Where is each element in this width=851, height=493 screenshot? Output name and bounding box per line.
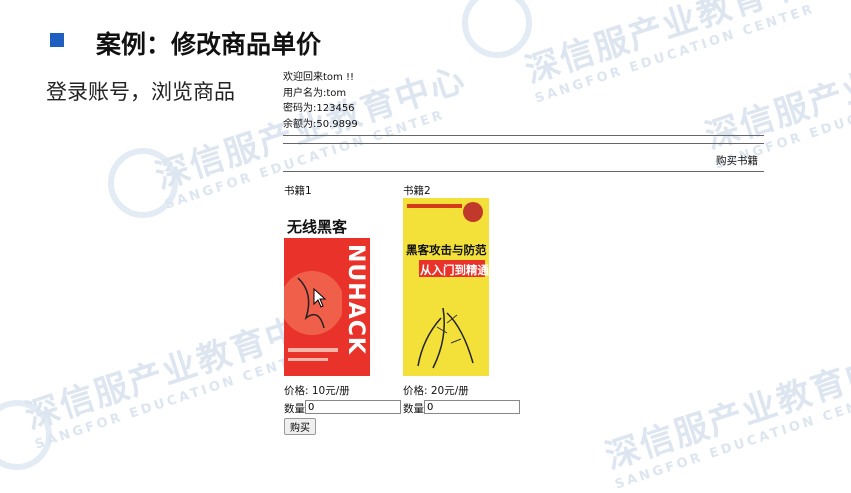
title-bullet-icon: [50, 33, 64, 47]
divider: [283, 171, 764, 172]
book-2-cover-image: [403, 198, 489, 376]
book-1-quantity-label: 数量: [284, 403, 305, 415]
book-2-cover[interactable]: 黑客攻击与防范 从入门到精通: [403, 198, 489, 376]
password-text: 密码为:123456: [283, 103, 355, 114]
book-2-quantity-label: 数量: [403, 403, 424, 415]
book-2-quantity-input[interactable]: [424, 400, 520, 414]
buy-button[interactable]: 购买: [284, 418, 316, 435]
watermark-logo: [108, 148, 178, 218]
balance-text: 余额为:50.9899: [283, 118, 358, 130]
book-1-cover-title: 无线黑客: [287, 218, 348, 236]
book-1-cover-side-text: NUHACK: [343, 244, 368, 355]
book-1-price: 价格: 10元/册: [284, 385, 350, 397]
username-text: 用户名为:tom: [283, 87, 347, 99]
divider: [283, 143, 764, 144]
book-2-label: 书籍2: [403, 185, 431, 197]
welcome-text: 欢迎回来tom !!: [283, 72, 354, 83]
watermark-logo: [0, 400, 52, 470]
slide-title: 案例：修改商品单价: [96, 30, 322, 59]
book-1-label: 书籍1: [284, 185, 312, 197]
book-2-cover-title: 黑客攻击与防范: [406, 243, 487, 257]
buy-books-link[interactable]: 购买书籍: [716, 153, 758, 168]
book-1-cover[interactable]: 无线黑客 NUHACK: [284, 198, 370, 376]
user-info-panel: 欢迎回来tom !! 用户名为:tom 密码为:123456 余额为:50.98…: [283, 70, 763, 132]
watermark-logo: [462, 0, 532, 58]
slide-subtitle: 登录账号，浏览商品: [46, 80, 235, 104]
book-2-price: 价格: 20元/册: [403, 385, 469, 397]
mouse-cursor-icon: [313, 288, 327, 308]
divider: [283, 135, 764, 136]
book-2-cover-subtitle: 从入门到精通: [420, 263, 489, 277]
book-1-quantity-input[interactable]: [305, 400, 401, 414]
watermark-text: 深信服产业教育中心SANGFOR EDUCATION CENTER: [600, 339, 851, 493]
